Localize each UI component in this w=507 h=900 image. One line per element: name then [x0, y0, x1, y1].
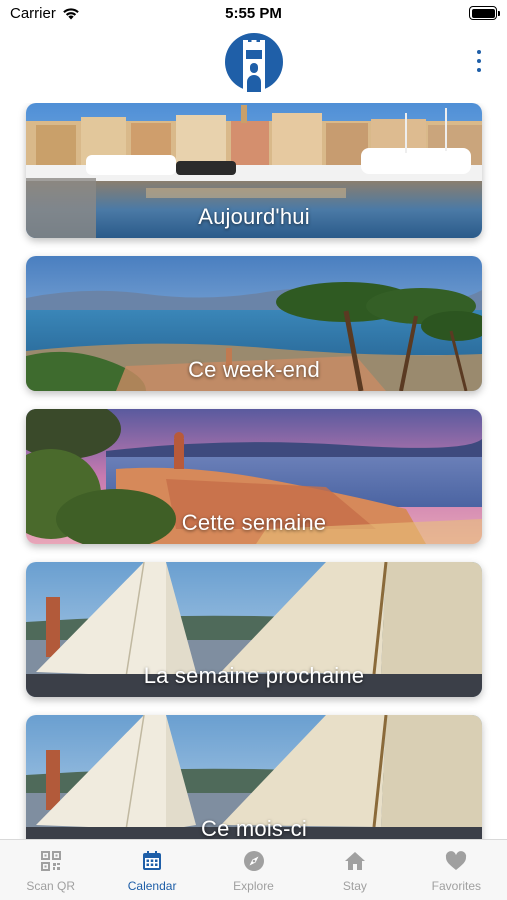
tab-favorites[interactable]: Favorites [406, 840, 507, 900]
house-icon [344, 852, 365, 870]
card-weekend[interactable]: Ce week-end [26, 256, 482, 391]
more-vertical-icon [477, 50, 481, 54]
tab-calendar-label: Calendar [127, 879, 177, 893]
qr-code-icon [40, 851, 61, 871]
tab-explore-label: Explore [233, 879, 274, 893]
app-header [0, 30, 507, 96]
period-list[interactable]: Aujourd'hui Ce week-end Cette semaine La… [0, 103, 507, 839]
tab-stay[interactable]: Stay [304, 840, 405, 900]
castle-tower-logo [225, 33, 283, 92]
more-options-button[interactable] [469, 48, 489, 74]
tab-scan-qr[interactable]: Scan QR [0, 840, 101, 900]
tab-scan-qr-label: Scan QR [26, 879, 76, 893]
tab-favorites-label: Favorites [431, 879, 481, 893]
card-this-week[interactable]: Cette semaine [26, 409, 482, 544]
battery-icon [469, 6, 500, 20]
card-weekend-label: Ce week-end [188, 357, 320, 382]
card-this-week-label: Cette semaine [181, 510, 327, 535]
compass-icon [243, 851, 264, 871]
status-time: 5:55 PM [225, 5, 282, 22]
card-next-week-label: La semaine prochaine [143, 663, 365, 688]
tab-explore[interactable]: Explore [203, 840, 304, 900]
status-bar: Carrier 5:55 PM [0, 0, 507, 30]
card-this-month-label: Ce mois-ci [201, 816, 307, 839]
tab-stay-label: Stay [342, 879, 367, 893]
tab-calendar[interactable]: Calendar [101, 840, 202, 900]
card-this-month[interactable]: Ce mois-ci [26, 715, 482, 839]
card-next-week[interactable]: La semaine prochaine [26, 562, 482, 697]
calendar-icon [143, 851, 162, 870]
heart-icon [446, 851, 467, 870]
card-today[interactable]: Aujourd'hui [26, 103, 482, 238]
tab-bar: Scan QR Calendar Explore Stay Favorites [0, 839, 507, 900]
card-today-label: Aujourd'hui [198, 204, 310, 229]
